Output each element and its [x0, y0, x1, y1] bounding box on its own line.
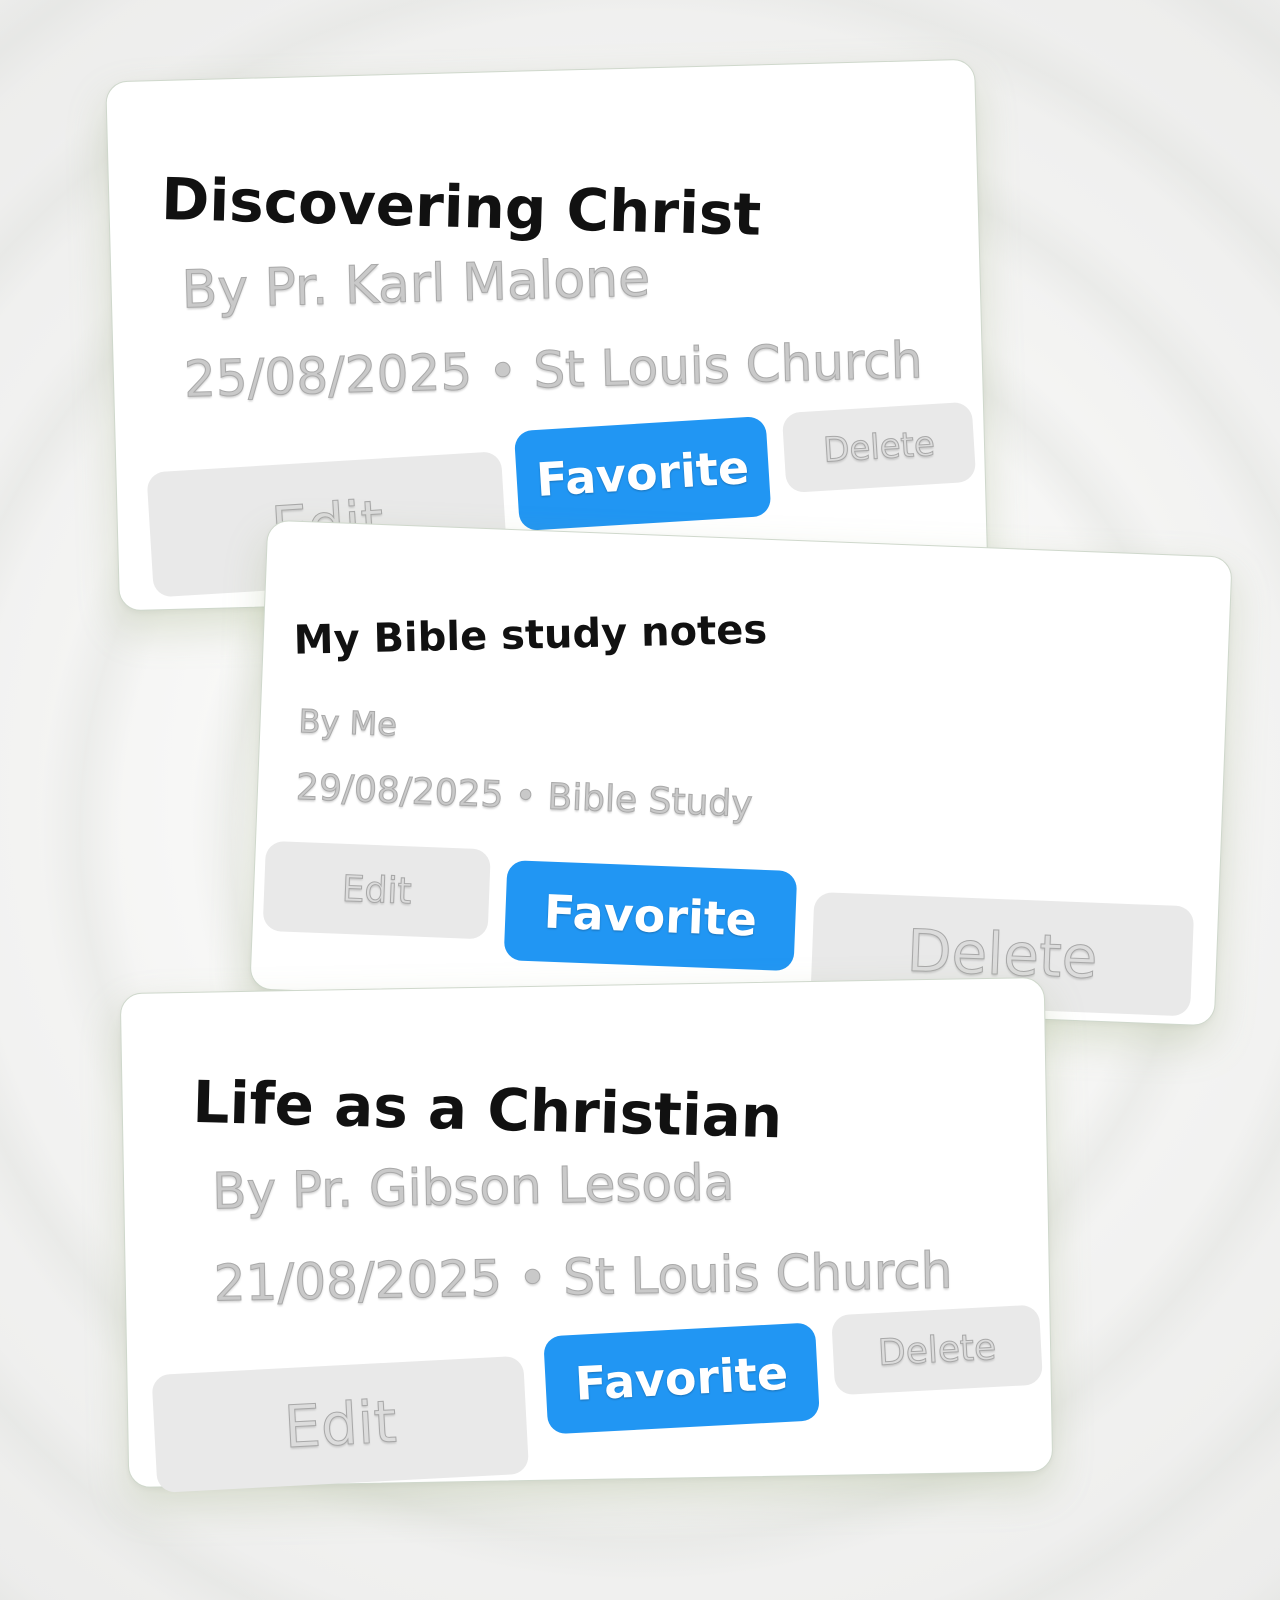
card-date-location: 29/08/2025 • Bible Study: [295, 766, 754, 826]
card-author: By Pr. Gibson Lesoda: [211, 1153, 735, 1221]
delete-button[interactable]: Delete: [831, 1304, 1044, 1396]
edit-button[interactable]: Edit: [151, 1355, 530, 1493]
sermon-card[interactable]: Discovering Christ By Pr. Karl Malone 25…: [105, 58, 989, 612]
delete-button[interactable]: Delete: [781, 401, 977, 494]
card-date-location: 21/08/2025 • St Louis Church: [213, 1241, 954, 1313]
card-author: By Pr. Karl Malone: [180, 248, 651, 321]
sermon-card[interactable]: My Bible study notes By Me 29/08/2025 • …: [249, 519, 1233, 1027]
card-title: My Bible study notes: [293, 606, 768, 664]
card-title: Life as a Christian: [191, 1067, 784, 1152]
card-author: By Me: [297, 701, 398, 744]
favorite-button[interactable]: Favorite: [543, 1322, 820, 1435]
sermon-card[interactable]: Life as a Christian By Pr. Gibson Lesoda…: [119, 976, 1054, 1493]
card-title: Discovering Christ: [160, 165, 762, 249]
edit-button[interactable]: Edit: [262, 840, 491, 940]
card-date-location: 25/08/2025 • St Louis Church: [183, 331, 924, 409]
favorite-button[interactable]: Favorite: [513, 415, 772, 532]
favorite-button[interactable]: Favorite: [503, 860, 798, 972]
